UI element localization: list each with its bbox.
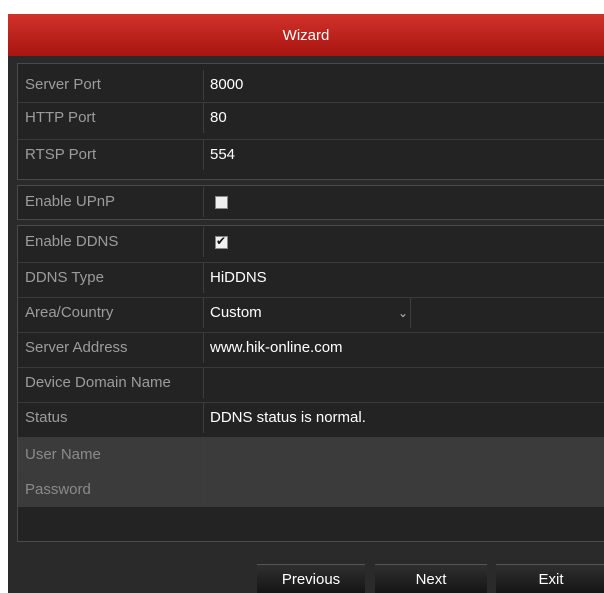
area-country-select[interactable]: Custom: [205, 298, 411, 328]
window-title: Wizard: [8, 14, 604, 56]
chevron-down-icon[interactable]: ⌄: [398, 306, 408, 320]
previous-button[interactable]: Previous: [257, 564, 365, 593]
password-input[interactable]: [205, 473, 604, 503]
rtsp-port-label: RTSP Port: [18, 140, 204, 170]
server-address-input[interactable]: www.hik-online.com: [205, 333, 604, 363]
http-port-input[interactable]: 80: [205, 103, 604, 133]
ddns-type-row: DDNS Type HiDDNS ⌄: [18, 262, 604, 293]
enable-ddns-row: Enable DDNS ✔: [18, 227, 604, 257]
wizard-window: Wizard Server Port 8000 HTTP Port 80 RTS…: [8, 14, 604, 593]
device-domain-name-label: Device Domain Name: [18, 368, 204, 398]
server-port-label: Server Port: [18, 70, 204, 100]
enable-upnp-checkbox[interactable]: [215, 196, 228, 209]
enable-ddns-checkbox[interactable]: ✔: [215, 234, 228, 249]
check-icon: ✔: [216, 234, 227, 248]
device-domain-name-input[interactable]: [205, 368, 604, 398]
password-label: Password: [18, 473, 204, 507]
area-country-label: Area/Country: [18, 298, 204, 328]
ddns-group: Enable DDNS ✔ DDNS Type HiDDNS ⌄ Area/Co…: [17, 225, 604, 542]
button-bar: Previous Next Exit: [8, 554, 604, 593]
status-row: Status DDNS status is normal.: [18, 402, 604, 433]
password-row: Password: [18, 472, 604, 507]
server-port-input[interactable]: 8000: [205, 70, 604, 100]
status-label: Status: [18, 403, 204, 433]
rtsp-port-input[interactable]: 554: [205, 140, 604, 170]
server-address-label: Server Address: [18, 333, 204, 363]
area-country-row: Area/Country Custom ⌄ ⌄: [18, 297, 604, 328]
http-port-label: HTTP Port: [18, 103, 204, 133]
ddns-type-label: DDNS Type: [18, 263, 204, 293]
user-name-input[interactable]: [205, 438, 604, 468]
ddns-type-select[interactable]: HiDDNS: [205, 263, 604, 293]
area-country-value: Custom: [210, 304, 262, 321]
area-country-secondary-select[interactable]: [411, 298, 604, 328]
next-button[interactable]: Next: [375, 564, 487, 593]
user-name-label: User Name: [18, 438, 204, 472]
status-value: DDNS status is normal.: [210, 409, 366, 426]
ddns-type-value: HiDDNS: [210, 269, 267, 286]
exit-button[interactable]: Exit: [496, 564, 604, 593]
enable-upnp-label: Enable UPnP: [18, 187, 204, 217]
http-port-row: HTTP Port 80: [18, 102, 604, 133]
rtsp-port-row: RTSP Port 554: [18, 139, 604, 170]
server-port-row: Server Port 8000: [18, 70, 604, 100]
user-name-row: User Name: [18, 437, 604, 472]
device-domain-name-row: Device Domain Name: [18, 367, 604, 398]
server-address-row: Server Address www.hik-online.com: [18, 332, 604, 363]
upnp-group: Enable UPnP: [17, 185, 604, 220]
ports-group: Server Port 8000 HTTP Port 80 RTSP Port …: [17, 63, 604, 180]
enable-upnp-row: Enable UPnP: [18, 187, 604, 217]
enable-ddns-label: Enable DDNS: [18, 227, 204, 257]
